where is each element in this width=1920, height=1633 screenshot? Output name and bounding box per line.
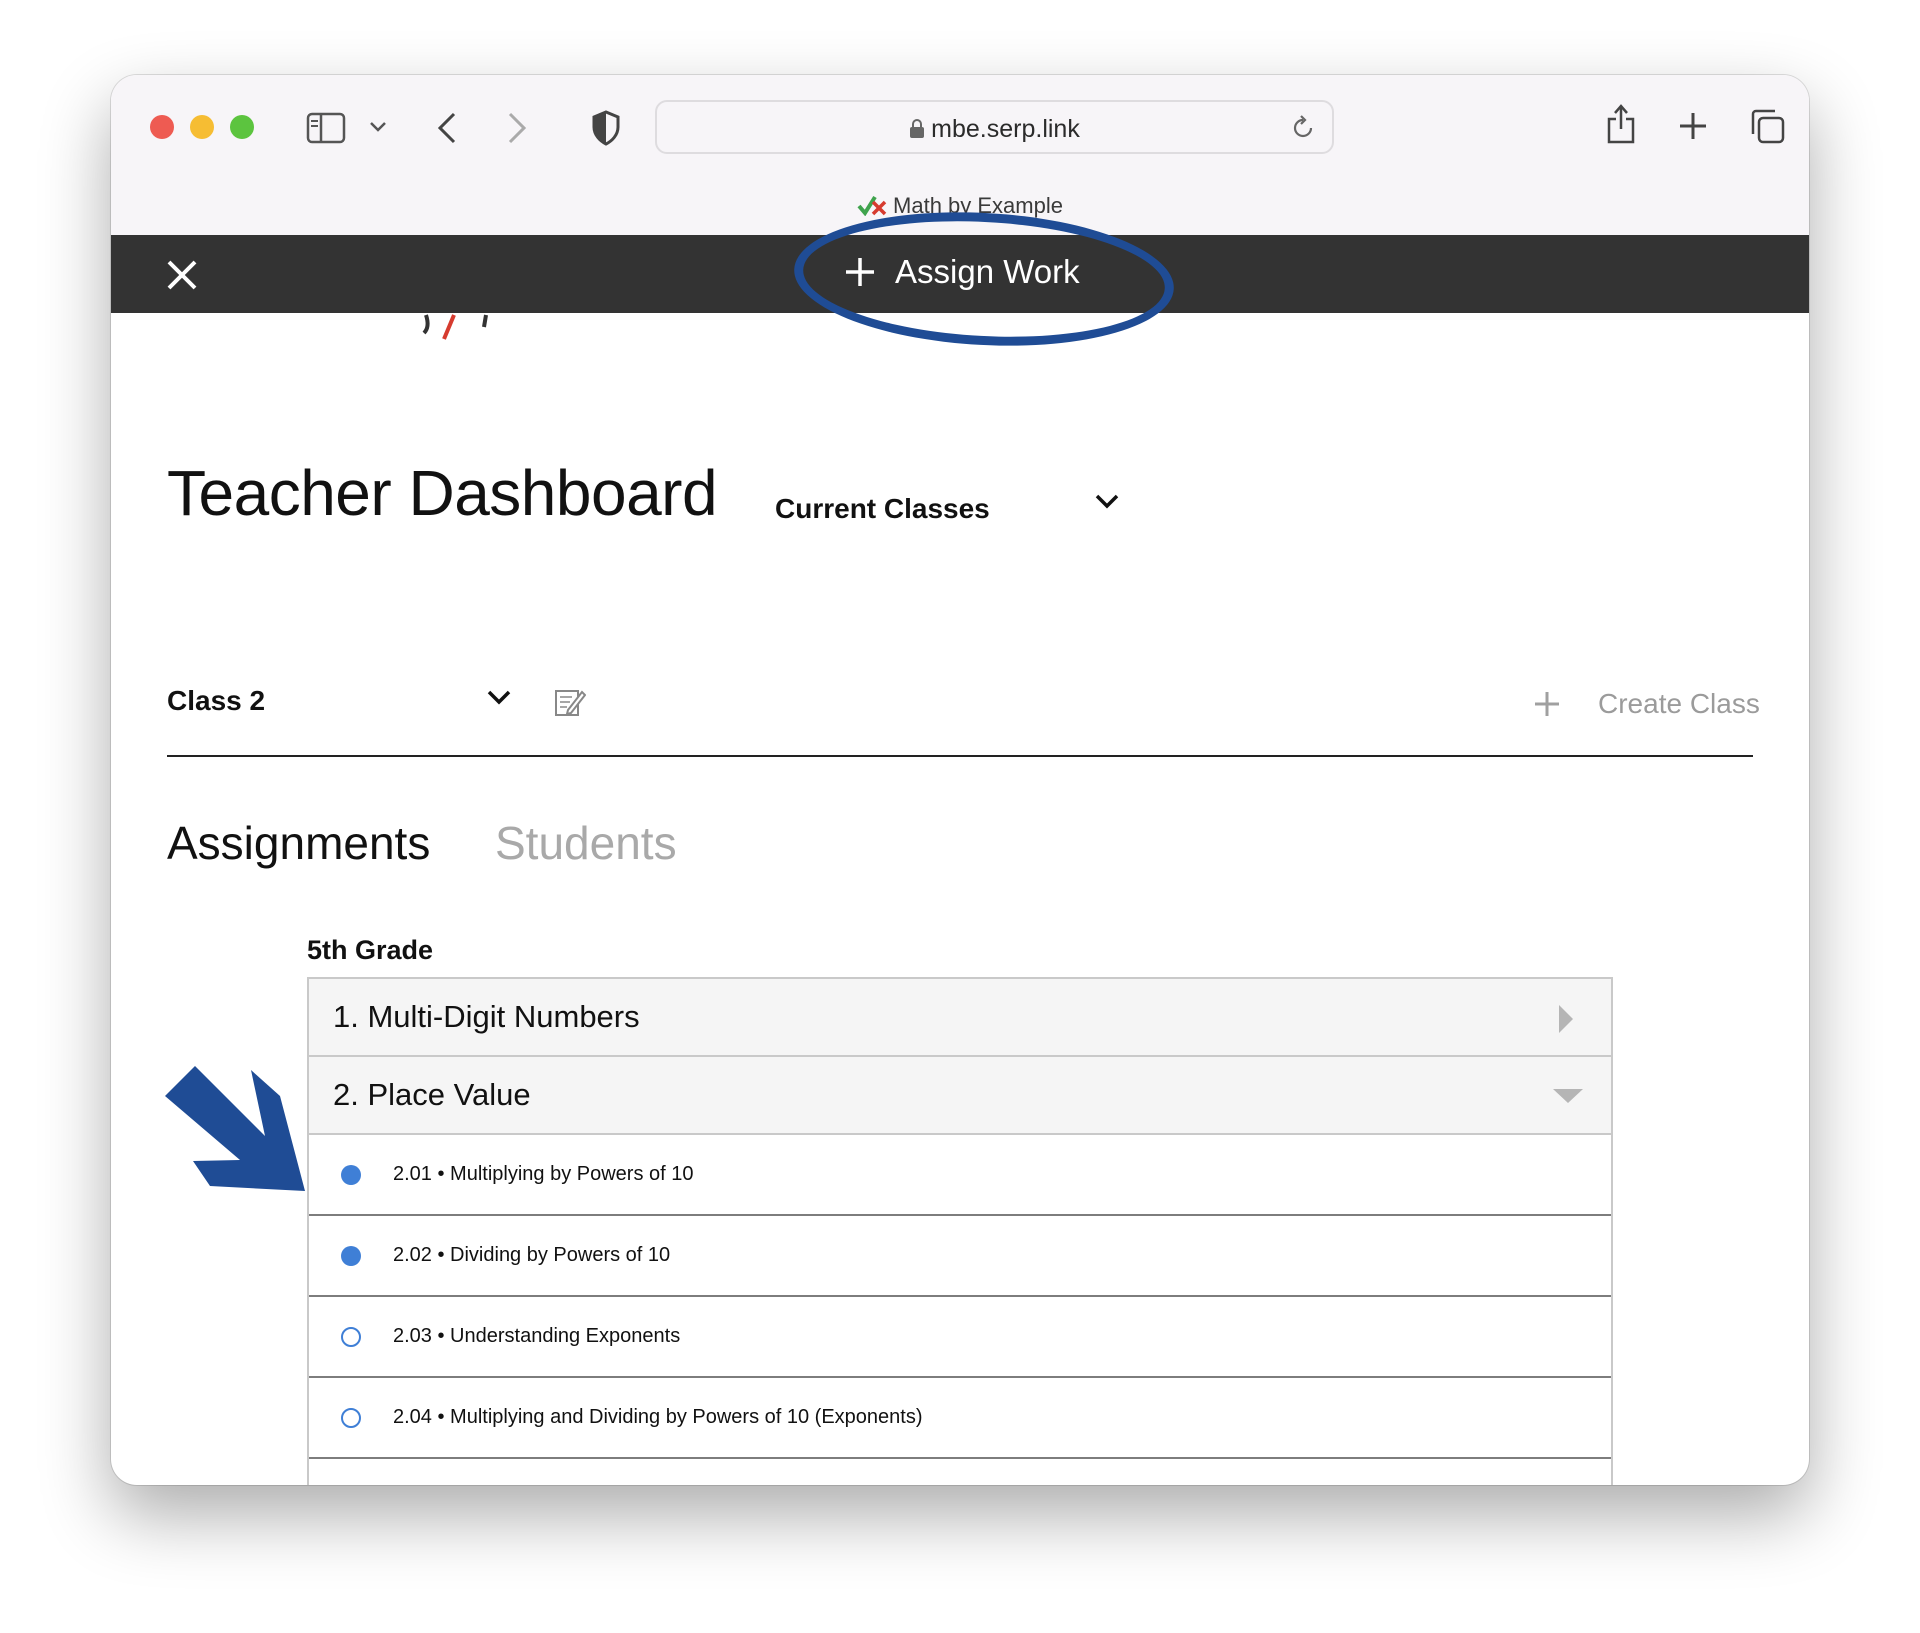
assigned-status-dot xyxy=(341,1246,361,1266)
unit-list: 1. Multi-Digit Numbers 2. Place Value 2.… xyxy=(307,977,1613,1485)
chevron-down-icon[interactable] xyxy=(369,121,387,133)
unit-header-multi-digit-numbers[interactable]: 1. Multi-Digit Numbers xyxy=(309,979,1611,1057)
lesson-row[interactable]: 2.02 • Dividing by Powers of 10 xyxy=(309,1216,1611,1297)
unit-label: 2. Place Value xyxy=(333,1077,531,1112)
url-text: mbe.serp.link xyxy=(931,115,1080,143)
lesson-label: 2.02 • Dividing by Powers of 10 xyxy=(393,1244,671,1266)
minimize-window-button[interactable] xyxy=(190,115,214,139)
section-divider xyxy=(167,755,1753,757)
create-class-button[interactable]: Create Class xyxy=(1598,688,1760,720)
caret-right-icon xyxy=(1559,1005,1573,1033)
unit-label: 1. Multi-Digit Numbers xyxy=(333,999,640,1034)
class-filter-dropdown[interactable]: Current Classes xyxy=(775,493,990,525)
page-title: Teacher Dashboard xyxy=(167,457,718,529)
lesson-label: 2.01 • Multiplying by Powers of 10 xyxy=(393,1163,694,1185)
lock-icon xyxy=(910,119,925,138)
caret-down-icon xyxy=(1553,1089,1583,1103)
plus-icon[interactable] xyxy=(1534,691,1560,717)
privacy-shield-icon[interactable] xyxy=(591,110,621,146)
zoom-window-button[interactable] xyxy=(230,115,254,139)
unassigned-status-dot xyxy=(341,1327,361,1347)
sidebar-icon[interactable] xyxy=(306,112,346,144)
tab-students[interactable]: Students xyxy=(495,816,677,870)
assigned-status-dot xyxy=(341,1165,361,1185)
reload-icon[interactable] xyxy=(1290,115,1316,141)
unit-header-place-value[interactable]: 2. Place Value xyxy=(309,1057,1611,1135)
chevron-down-icon[interactable] xyxy=(487,689,511,705)
lesson-row[interactable]: 2.01 • Multiplying by Powers of 10 xyxy=(309,1135,1611,1216)
new-tab-icon[interactable] xyxy=(1678,111,1708,141)
class-selector[interactable]: Class 2 xyxy=(167,685,265,717)
lesson-label: 2.04 • Multiplying and Dividing by Power… xyxy=(393,1406,923,1428)
back-icon[interactable] xyxy=(436,111,458,145)
close-window-button[interactable] xyxy=(150,115,174,139)
address-bar[interactable]: mbe.serp.link xyxy=(655,100,1334,154)
site-logo-fragment-icon xyxy=(422,314,488,340)
lesson-row[interactable] xyxy=(309,1459,1611,1485)
dashboard-content: Teacher Dashboard Current Classes Class … xyxy=(111,313,1809,1485)
edit-class-icon[interactable] xyxy=(554,686,586,718)
browser-toolbar: mbe.serp.link Math by Example xyxy=(111,75,1809,235)
tab-assignments[interactable]: Assignments xyxy=(167,816,430,870)
lesson-row[interactable]: 2.04 • Multiplying and Dividing by Power… xyxy=(309,1378,1611,1459)
close-icon[interactable] xyxy=(166,259,198,291)
grade-heading: 5th Grade xyxy=(307,935,434,965)
unassigned-status-dot xyxy=(341,1408,361,1428)
annotation-arrow-icon xyxy=(165,1066,305,1191)
share-icon[interactable] xyxy=(1605,103,1637,145)
lesson-label: 2.03 • Understanding Exponents xyxy=(393,1325,681,1347)
lesson-row[interactable]: 2.03 • Understanding Exponents xyxy=(309,1297,1611,1378)
tab-overview-icon[interactable] xyxy=(1749,108,1785,144)
browser-window: mbe.serp.link Math by Example Assign Wor… xyxy=(111,75,1809,1485)
chevron-down-icon[interactable] xyxy=(1095,493,1119,509)
site-logo-icon xyxy=(857,195,887,217)
forward-icon[interactable] xyxy=(506,111,528,145)
